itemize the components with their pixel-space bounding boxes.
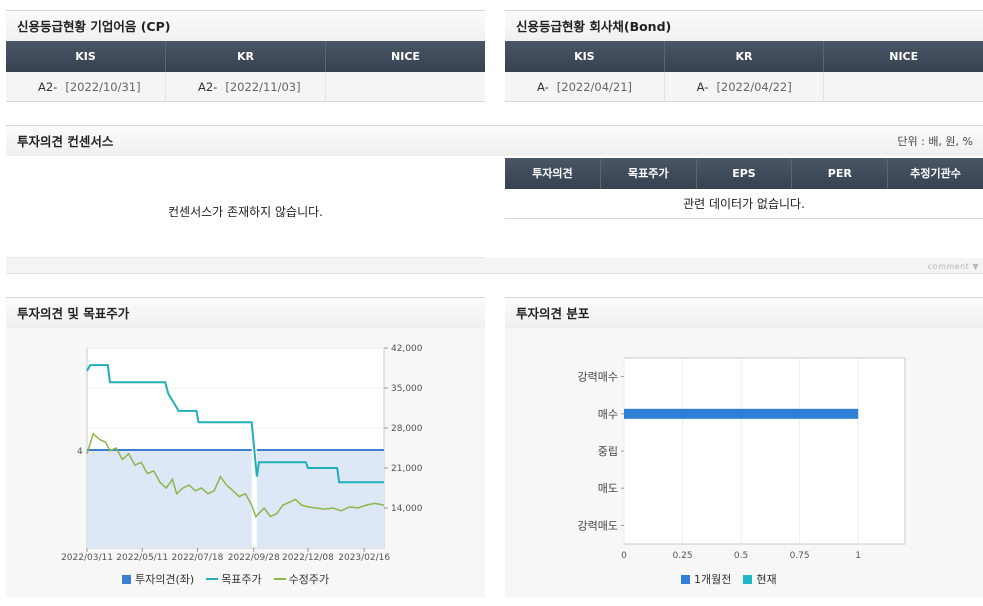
rating-date: [2022/04/21]	[556, 80, 633, 94]
plot-area	[623, 357, 906, 545]
y-category-label: 매도	[598, 482, 618, 495]
consensus-title-text: 투자의견 컨센서스	[17, 134, 114, 149]
rating-cell-kis: A- [2022/04/21]	[505, 72, 665, 101]
distribution-chart-area: 0 0.25 0.5 0.75 1 강력매수매수중립매도강력매도 1개월전 현재	[505, 328, 983, 598]
opinion-bar	[87, 450, 252, 548]
consensus-panel: 투자의견 컨센서스 단위 : 배, 원, %	[6, 125, 983, 156]
y-right-tick-label: 35,000	[391, 384, 423, 394]
legend-line-target	[206, 578, 219, 580]
chevron-down-icon: ▼	[972, 262, 979, 271]
bond-rating-row: A- [2022/04/21] A- [2022/04/22]	[505, 72, 983, 102]
y-left-tick-label: 4	[77, 447, 83, 457]
opinion-price-legend: 투자의견(좌) 목표주가 수정주가	[122, 571, 329, 587]
header-opinion: 투자의견	[505, 158, 601, 189]
distribution-chart: 0 0.25 0.5 0.75 1 강력매수매수중립매도강력매도	[578, 357, 906, 561]
legend-label-price: 수정주가	[288, 573, 330, 586]
y-right-tick-label: 28,000	[391, 424, 423, 434]
x-tick-label: 2022/07/18	[172, 553, 224, 563]
consensus-footer-strip	[6, 258, 983, 274]
cp-rating-title: 신용등급현황 기업어음 (CP)	[6, 10, 485, 41]
bond-rating-panel: 신용등급현황 회사채(Bond) KIS KR NICE A- [2022/04/…	[505, 10, 983, 102]
header-per: PER	[792, 158, 889, 189]
consensus-table-header: 투자의견 목표주가 EPS PER 추정기관수	[505, 158, 983, 189]
y-category-label: 매수	[598, 408, 618, 421]
x-tick-label: 0.5	[734, 551, 748, 561]
x-tick-label: 2022/09/28	[228, 553, 280, 563]
consensus-empty-message: 컨센서스가 존재하지 않습니다.	[168, 205, 323, 219]
legend-item-prev: 1개월전	[681, 571, 731, 587]
distribution-legend: 1개월전 현재	[681, 571, 777, 587]
rating-date: [2022/10/31]	[65, 80, 141, 94]
x-tick-label: 2023/02/16	[338, 553, 390, 563]
rating-grade: A-	[537, 80, 549, 94]
header-estimator-count: 추정기관수	[888, 158, 983, 189]
distribution-title: 투자의견 분포	[505, 297, 983, 328]
consensus-unit: 단위 : 배, 원, %	[897, 135, 973, 148]
x-tick-label: 0.75	[790, 551, 810, 561]
y-right-tick-label: 14,000	[391, 504, 423, 514]
rating-grade: A-	[696, 80, 709, 94]
legend-label-prev: 1개월전	[694, 573, 732, 586]
legend-label-opinion: 투자의견(좌)	[135, 573, 195, 586]
x-tick-label: 0.25	[673, 551, 693, 561]
cp-rating-panel: 신용등급현황 기업어음 (CP) KIS KR NICE A2- [2022/10…	[6, 10, 485, 102]
header-kr: KR	[166, 41, 326, 72]
bond-rating-header: KIS KR NICE	[505, 41, 983, 72]
legend-line-price	[273, 578, 286, 580]
rating-date: [2022/04/22]	[716, 80, 792, 94]
y-right-tick-label: 42,000	[391, 344, 423, 354]
header-kr: KR	[664, 41, 825, 72]
legend-swatch-prev	[681, 575, 690, 584]
consensus-title: 투자의견 컨센서스 단위 : 배, 원, %	[6, 125, 983, 156]
header-target-price: 목표주가	[600, 158, 697, 189]
bar-prev-month	[624, 408, 859, 419]
header-kis: KIS	[6, 41, 166, 72]
legend-swatch-opinion	[122, 575, 131, 584]
comment-toggle[interactable]: comment ▼	[928, 262, 979, 271]
rating-cell-nice	[326, 72, 485, 101]
consensus-table-empty: 관련 데이터가 없습니다.	[505, 190, 983, 219]
x-tick-label: 0	[621, 551, 627, 561]
legend-item-price: 수정주가	[273, 571, 330, 587]
rating-grade: A2-	[198, 80, 218, 94]
comment-label: comment	[927, 262, 970, 271]
legend-label-now: 현재	[756, 573, 777, 586]
rating-date: [2022/11/03]	[225, 80, 301, 94]
cp-rating-row: A2- [2022/10/31] A2- [2022/11/03]	[6, 72, 485, 102]
rating-cell-kis: A2- [2022/10/31]	[6, 72, 166, 101]
rating-cell-kr: A- [2022/04/22]	[665, 72, 825, 101]
rating-cell-nice	[824, 72, 983, 101]
x-tick-label: 2022/03/11	[61, 553, 113, 563]
opinion-price-chart: 42,000 35,000 28,000 21,000 14,000 4 2022/03/1…	[61, 344, 423, 563]
opinion-price-title: 투자의견 및 목표주가	[6, 297, 485, 328]
header-kis: KIS	[505, 41, 665, 72]
y-category-label: 강력매도	[578, 519, 618, 532]
opinion-bar	[256, 450, 384, 548]
x-tick-label: 2022/12/08	[282, 553, 334, 563]
header-nice: NICE	[824, 41, 983, 72]
rating-cell-kr: A2- [2022/11/03]	[166, 72, 326, 101]
bond-rating-title: 신용등급현황 회사채(Bond)	[505, 10, 983, 41]
x-tick-label: 1	[855, 551, 861, 561]
y-right-tick-label: 21,000	[391, 464, 423, 474]
y-category-label: 중립	[598, 445, 618, 458]
x-tick-label: 2022/05/11	[116, 553, 168, 563]
legend-item-now: 현재	[743, 571, 777, 587]
header-nice: NICE	[326, 41, 485, 72]
legend-item-opinion: 투자의견(좌)	[122, 571, 194, 587]
opinion-price-panel: 투자의견 및 목표주가	[6, 297, 485, 328]
legend-label-target: 목표주가	[221, 573, 262, 586]
header-eps: EPS	[696, 158, 793, 189]
rating-grade: A2-	[38, 80, 58, 94]
legend-item-target: 목표주가	[206, 571, 262, 587]
y-category-label: 강력매수	[578, 371, 618, 384]
legend-swatch-now	[743, 575, 753, 584]
distribution-panel: 투자의견 분포	[505, 297, 983, 328]
opinion-price-chart-area: 42,000 35,000 28,000 21,000 14,000 4 2022/03/1…	[6, 328, 485, 598]
cp-rating-header: KIS KR NICE	[6, 41, 485, 72]
